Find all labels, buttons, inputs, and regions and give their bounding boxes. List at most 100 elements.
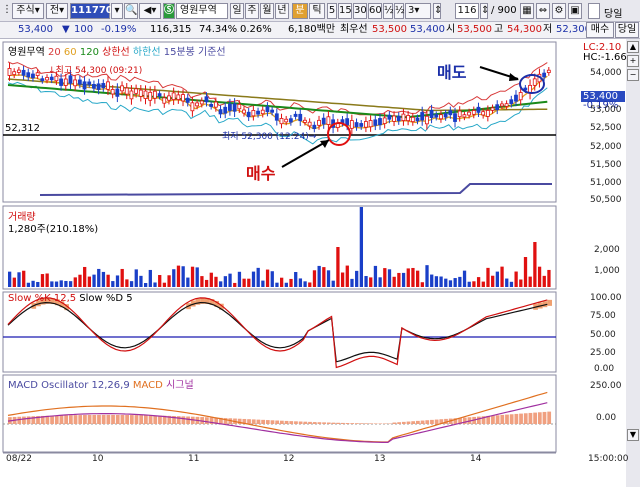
candle-body — [152, 90, 157, 99]
interval-5[interactable]: 5 — [327, 3, 337, 19]
macd-osc-bar — [364, 423, 369, 424]
interval-15[interactable]: 15 — [338, 3, 352, 19]
buy-order-button[interactable]: 매수 — [586, 22, 614, 38]
x-label: 13 — [374, 454, 386, 464]
scrollbar-track — [626, 39, 640, 487]
volume-bar — [294, 272, 298, 287]
code-dropdown-icon[interactable]: ▾ — [111, 3, 123, 19]
candle-body — [368, 120, 373, 128]
candle-body — [495, 104, 500, 111]
candle-body — [293, 113, 298, 117]
interval-custom[interactable]: 3▾ — [405, 3, 431, 19]
candle-body — [509, 99, 514, 104]
candle-body — [265, 106, 270, 113]
macd-osc-bar — [97, 414, 101, 424]
quote-info-row: 53,400 ▼ 100 -0.19% 116,315 74.34% 0.26%… — [0, 22, 640, 39]
volume-bar — [495, 271, 500, 287]
candle-body — [321, 117, 326, 125]
macd-osc-bar — [17, 416, 22, 424]
macd-osc-bar — [204, 417, 209, 424]
macd-osc-bar — [336, 422, 341, 424]
zoom-out-icon[interactable]: − — [627, 69, 639, 81]
drag-handle-icon[interactable]: ⋮ — [2, 3, 12, 19]
candle-body — [532, 78, 537, 86]
today-order-button[interactable]: 당일 — [615, 22, 639, 38]
stoch-k-label: Slow %K 12,5 — [8, 293, 77, 304]
volume-bar — [298, 278, 303, 287]
type-select[interactable]: 전▾ — [46, 3, 68, 19]
stoch-tick: 50.00 — [590, 330, 616, 340]
expand-icon[interactable]: ⇔ — [536, 3, 550, 19]
macd-osc-bar — [181, 416, 186, 424]
volume-bar — [434, 276, 439, 287]
interval-stepper[interactable]: ⇕ — [433, 3, 442, 19]
volume-bar — [106, 274, 110, 287]
candle-body — [12, 71, 17, 75]
macd-osc-bar — [298, 421, 303, 424]
macd-signal-label: 시그널 — [166, 380, 194, 391]
candle-body — [514, 94, 518, 102]
macd-tick: 250.00 — [590, 381, 622, 391]
interval-half-a[interactable]: ½ — [383, 3, 394, 19]
search-icon[interactable]: 🔍 — [124, 3, 138, 19]
volume-bar — [101, 271, 106, 287]
volume-bar — [247, 278, 251, 287]
volume-bar — [139, 275, 143, 287]
scroll-up-icon[interactable]: ▲ — [627, 41, 639, 53]
candle-body — [345, 118, 350, 126]
today-checkbox[interactable] — [588, 3, 600, 19]
volume-bar — [280, 277, 284, 287]
macd-osc-bar — [397, 422, 401, 424]
interval-60[interactable]: 60 — [368, 3, 382, 19]
grid-icon[interactable]: ▦ — [520, 3, 534, 19]
stoch-legend: Slow %K 12,5 Slow %D 5 — [8, 293, 133, 304]
macd-osc-bar — [373, 423, 378, 424]
interval-half-b[interactable]: ½ — [394, 3, 405, 19]
macd-osc-bar — [326, 422, 331, 424]
market-select[interactable]: 주식▾ — [12, 3, 44, 19]
volume-bar — [289, 278, 293, 287]
period-year[interactable]: 년 — [275, 3, 289, 19]
macd-osc-bar — [26, 416, 31, 424]
high-note-text: 최고 54,300 (09:21) — [55, 66, 143, 76]
open-label: 시 — [446, 24, 456, 35]
candle-body — [204, 96, 209, 103]
candle-body — [373, 119, 378, 126]
interval-30[interactable]: 30 — [353, 3, 367, 19]
macd-osc-bar — [256, 419, 261, 424]
candle-body — [87, 81, 92, 85]
volume-bar — [115, 275, 120, 287]
candle-body — [359, 123, 364, 127]
volume-bar — [129, 281, 134, 287]
chart-area[interactable]: 영원무역 20 60 120 상한선 하한선 15분봉 기준선 ↓최고 54,3… — [0, 39, 640, 487]
period-tick[interactable]: 틱 — [309, 3, 325, 19]
macd-osc-bar — [280, 420, 284, 424]
candle-body — [106, 81, 110, 90]
count-input[interactable]: 116 — [455, 3, 479, 19]
volume-bar — [331, 280, 335, 287]
price-legend: 영원무역 20 60 120 상한선 하한선 15분봉 기준선 — [8, 43, 226, 58]
speaker-icon[interactable]: ◀▾ — [139, 3, 161, 19]
lock-icon[interactable]: ▣ — [568, 3, 582, 19]
period-day[interactable]: 일 — [230, 3, 244, 19]
macd-osc-bar — [355, 423, 359, 424]
macd-osc-bar — [275, 420, 280, 424]
period-week[interactable]: 주 — [245, 3, 259, 19]
zoom-in-icon[interactable]: + — [627, 55, 639, 67]
volume-bar — [153, 282, 157, 287]
stock-code-input[interactable]: 111770 — [70, 3, 113, 19]
volume-bar — [486, 267, 490, 287]
candle-body — [171, 92, 176, 101]
settings-icon[interactable]: ⚙ — [552, 3, 566, 19]
scroll-down-icon[interactable]: ▼ — [627, 429, 639, 441]
macd-osc-bar — [64, 415, 69, 424]
legend-upper: 상한선 — [102, 47, 130, 58]
volume-bar — [50, 281, 54, 287]
volume-bar — [144, 282, 148, 287]
period-month[interactable]: 월 — [260, 3, 274, 19]
macd-osc-bar — [68, 415, 73, 424]
volume-bar — [176, 265, 181, 287]
candle-body — [199, 100, 204, 105]
count-stepper[interactable]: ⇕ — [480, 3, 489, 19]
period-minute[interactable]: 분 — [292, 3, 308, 19]
